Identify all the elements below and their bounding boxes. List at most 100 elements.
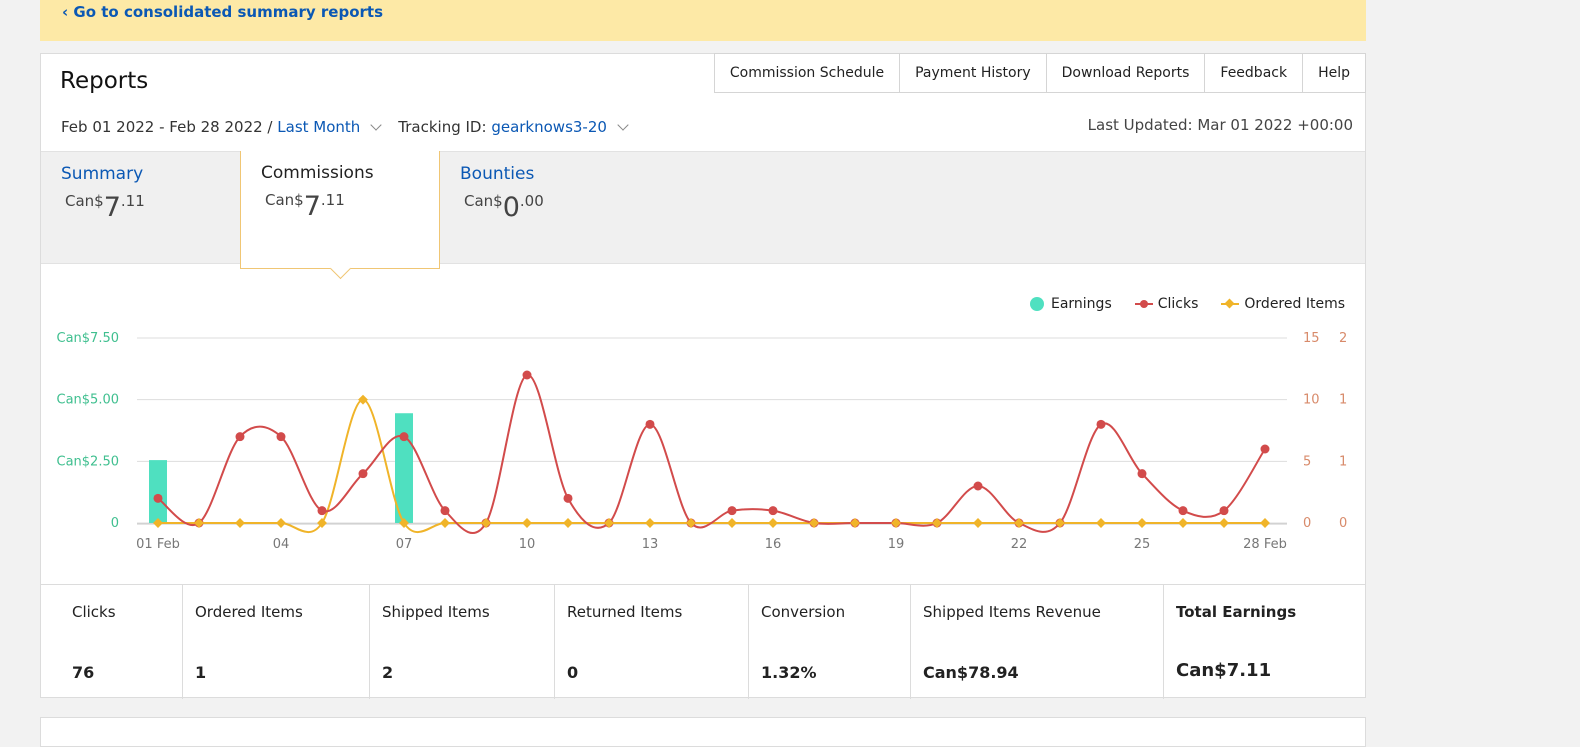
clicks-point[interactable] [1096,419,1106,429]
x-tick-label: 01 Feb [136,537,180,552]
commission-schedule-button[interactable]: Commission Schedule [714,53,901,92]
ordered-axis-tick-label: 2 [1339,331,1347,346]
stat-label: Shipped Items Revenue [923,603,1101,621]
ordered-items-point[interactable] [276,518,286,528]
ordered-items-point[interactable] [1260,518,1270,528]
report-filters: Feb 01 2022 - Feb 28 2022 / Last Month T… [61,118,645,136]
clicks-point[interactable] [1219,506,1229,516]
stat-label: Returned Items [567,603,683,621]
ordered-items-point[interactable] [563,518,573,528]
ordered-items-point[interactable] [440,518,450,528]
stat-label: Conversion [761,603,846,621]
tracking-id-dropdown[interactable]: gearknows3-20 [491,118,607,136]
secondary-card [40,717,1366,747]
ordered-items-point[interactable] [768,518,778,528]
stat-clicks: Clicks 76 [41,585,183,699]
amount-whole: 7 [303,191,321,222]
ordered-items-point[interactable] [645,518,655,528]
period-dropdown[interactable]: Last Month [277,118,360,136]
chevron-down-icon[interactable] [617,119,629,131]
ordered-items-point[interactable] [1096,518,1106,528]
download-reports-button[interactable]: Download Reports [1046,53,1206,92]
tab-amount: Can$7.11 [265,191,345,222]
clicks-point[interactable] [440,506,450,516]
chart-legend: Earnings Clicks Ordered Items [1007,296,1345,312]
chart-svg: 0 Can$2.50 Can$5.00 Can$7.50 0 5 10 15 0 1 1 2 01 Fe… [57,331,1348,552]
legend-earnings[interactable]: Earnings [1029,296,1112,312]
ordered-items-point[interactable] [1178,518,1188,528]
clicks-point[interactable] [727,506,737,516]
clicks-point[interactable] [563,493,573,503]
tab-amount: Can$7.11 [65,192,145,223]
ordered-items-point[interactable] [1014,518,1024,528]
legend-label: Earnings [1050,296,1112,312]
clicks-point[interactable] [1178,506,1188,516]
ordered-items-point[interactable] [522,518,532,528]
y-tick-label: Can$5.00 [57,393,120,408]
ordered-items-point[interactable] [973,518,983,528]
amount-whole: 0 [502,192,520,223]
stat-returned-items: Returned Items 0 [555,585,749,699]
stat-label: Total Earnings [1176,603,1297,621]
clicks-axis-tick-label: 15 [1303,331,1320,346]
clicks-point[interactable] [768,506,778,516]
stat-ordered-items: Ordered Items 1 [183,585,370,699]
help-button[interactable]: Help [1303,53,1366,92]
chevron-down-icon[interactable] [370,119,382,131]
amount-cents: .11 [120,192,145,210]
feedback-button[interactable]: Feedback [1205,53,1304,92]
ordered-items-point[interactable] [1137,518,1147,528]
clicks-point[interactable] [522,370,532,380]
legend-ordered-items[interactable]: Ordered Items [1220,296,1345,312]
reports-card: Reports Commission Schedule Payment Hist… [40,53,1366,699]
tab-label: Bounties [460,164,535,184]
clicks-point[interactable] [317,506,327,516]
ordered-items-point[interactable] [850,518,860,528]
y-tick-label: 0 [111,516,119,531]
legend-clicks[interactable]: Clicks [1134,296,1198,312]
stat-value: Can$78.94 [923,663,1019,682]
clicks-point[interactable] [358,469,368,479]
stat-value: 2 [382,663,394,682]
ordered-items-point[interactable] [727,518,737,528]
clicks-point[interactable] [973,481,983,491]
stat-value: 0 [567,663,579,682]
clicks-point[interactable] [235,432,245,442]
x-tick-label: 19 [888,537,905,552]
x-tick-label: 04 [273,537,290,552]
ordered-items-point[interactable] [809,518,819,528]
tab-amount: Can$0.00 [464,192,544,223]
date-range: Feb 01 2022 - Feb 28 2022 / [61,118,273,136]
tab-commissions[interactable]: Commissions Can$7.11 [240,151,440,269]
clicks-point[interactable] [276,432,286,442]
legend-label: Ordered Items [1244,296,1345,312]
ordered-items-point[interactable] [932,518,942,528]
clicks-point[interactable] [1260,444,1270,454]
consolidated-reports-link[interactable]: ‹ Go to consolidated summary reports [62,3,383,21]
stat-value: 76 [72,663,95,682]
earnings-bar[interactable] [149,460,167,523]
stat-shipped-items: Shipped Items 2 [370,585,555,699]
ordered-items-point[interactable] [891,518,901,528]
ordered-items-point[interactable] [235,518,245,528]
tab-summary[interactable]: Summary Can$7.11 [41,152,241,267]
clicks-point[interactable] [1137,469,1147,479]
top-nav: Commission Schedule Payment History Down… [713,53,1366,93]
earnings-dot-icon [1029,297,1044,311]
tab-bounties[interactable]: Bounties Can$0.00 [440,152,640,267]
stat-label: Clicks [72,603,116,621]
stat-value: 1 [195,663,207,682]
x-tick-label: 22 [1011,537,1028,552]
currency: Can$ [265,191,304,209]
ordered-items-point[interactable] [1219,518,1229,528]
clicks-point[interactable] [399,432,409,442]
payment-history-button[interactable]: Payment History [900,53,1047,92]
ordered-axis-tick-label: 1 [1339,393,1347,408]
stat-shipped-items-revenue: Shipped Items Revenue Can$78.94 [911,585,1164,699]
stat-conversion: Conversion 1.32% [749,585,911,699]
stats-row: Clicks 76 Ordered Items 1 Shipped Items … [41,584,1365,699]
currency: Can$ [65,192,104,210]
clicks-point[interactable] [153,493,163,503]
stat-value: Can$7.11 [1176,660,1272,681]
clicks-point[interactable] [645,419,655,429]
